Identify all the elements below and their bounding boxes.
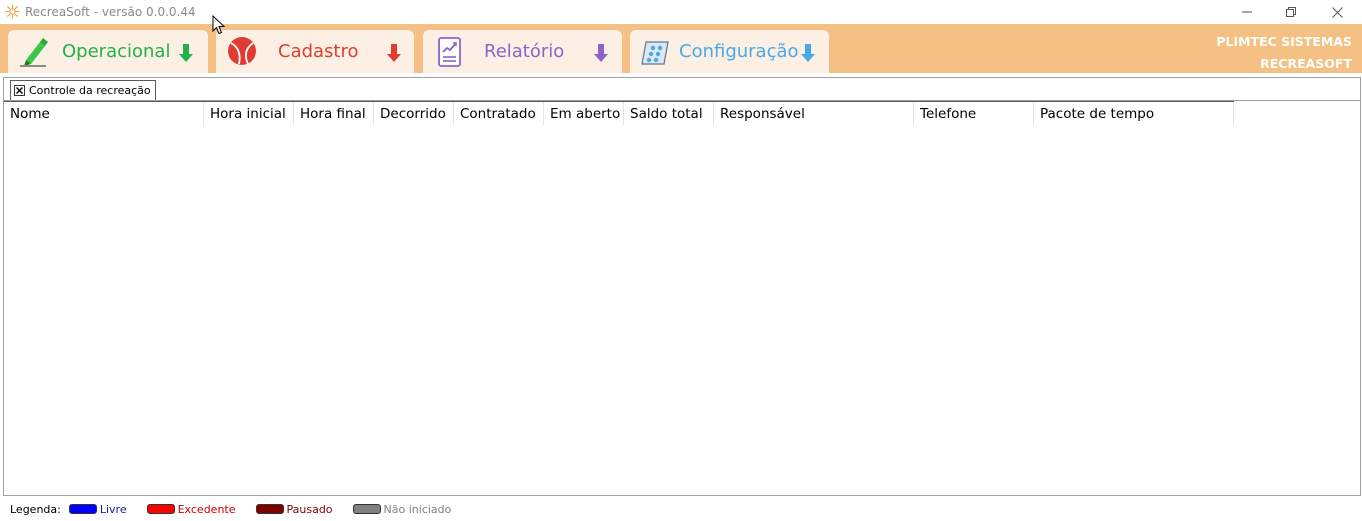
column-header-telefone[interactable]: Telefone <box>914 102 1034 125</box>
tab-label-cadastro: Cadastro <box>278 41 359 62</box>
tab-operacional[interactable]: Operacional <box>8 30 208 73</box>
legend-item-label: Livre <box>99 502 127 516</box>
document-tab-strip: Controle da recreação <box>3 77 1361 100</box>
grid-header: Nome Hora inicial Hora final Decorrido C… <box>4 101 1234 125</box>
column-header-em-aberto[interactable]: Em aberto <box>544 102 624 125</box>
settings-panel-icon <box>641 41 669 65</box>
report-chart-icon <box>438 37 461 67</box>
legend-item-label: Pausado <box>286 502 333 516</box>
title-bar: RecreaSoft - versão 0.0.0.44 <box>0 0 1362 24</box>
mouse-cursor-icon <box>212 15 225 35</box>
legend-swatch <box>68 504 97 514</box>
legend-item-pausado: Pausado <box>255 502 333 516</box>
column-header-nome[interactable]: Nome <box>4 102 204 125</box>
minimize-icon <box>1242 11 1252 13</box>
tab-configuracao[interactable]: Configuração <box>630 30 829 73</box>
close-tab-button[interactable] <box>14 85 25 96</box>
minimize-button[interactable] <box>1224 0 1270 24</box>
brand-line-1: PLIMTEC SISTEMAS <box>1216 34 1352 49</box>
highlighter-icon <box>20 38 48 67</box>
close-window-button[interactable] <box>1314 0 1360 24</box>
column-header-responsavel[interactable]: Responsável <box>714 102 914 125</box>
legend: Legenda: Livre Excedente Pausado Não ini… <box>10 502 471 516</box>
app-logo-icon <box>5 4 20 19</box>
doc-tab-label: Controle da recreação <box>29 84 151 97</box>
ball-icon <box>228 37 256 65</box>
close-icon <box>16 87 23 94</box>
close-icon <box>1331 6 1343 18</box>
arrow-down-icon <box>594 44 608 62</box>
legend-item-livre: Livre <box>68 502 127 516</box>
tab-label-operacional: Operacional <box>62 41 171 62</box>
column-header-contratado[interactable]: Contratado <box>454 102 544 125</box>
brand-text: PLIMTEC SISTEMAS RECREASOFT <box>1216 31 1352 75</box>
column-header-hora-inicial[interactable]: Hora inicial <box>204 102 294 125</box>
column-header-pacote-de-tempo[interactable]: Pacote de tempo <box>1034 102 1234 125</box>
column-header-decorrido[interactable]: Decorrido <box>374 102 454 125</box>
arrow-down-icon <box>179 44 193 62</box>
restore-button[interactable] <box>1268 0 1314 24</box>
legend-label: Legenda: <box>10 502 61 516</box>
column-header-hora-final[interactable]: Hora final <box>294 102 374 125</box>
window-title: RecreaSoft - versão 0.0.0.44 <box>25 5 196 19</box>
brand-line-2: RECREASOFT <box>1260 56 1352 71</box>
recreation-grid[interactable]: Nome Hora inicial Hora final Decorrido C… <box>3 100 1361 496</box>
ribbon-menu: Operacional Cadastro Relatório Configura… <box>0 24 1362 73</box>
legend-swatch <box>146 504 175 514</box>
legend-item-label: Excedente <box>177 502 236 516</box>
legend-item-excedente: Excedente <box>146 502 236 516</box>
legend-swatch <box>352 504 381 514</box>
tab-label-configuracao: Configuração <box>679 41 799 62</box>
doc-tab-controle-recreacao[interactable]: Controle da recreação <box>10 80 156 100</box>
legend-item-label: Não iniciado <box>383 502 452 516</box>
legend-item-nao-iniciado: Não iniciado <box>352 502 452 516</box>
tab-relatorio[interactable]: Relatório <box>423 30 622 73</box>
restore-icon <box>1286 7 1296 17</box>
arrow-down-icon <box>801 44 815 62</box>
column-header-saldo-total[interactable]: Saldo total <box>624 102 714 125</box>
arrow-down-icon <box>387 44 401 62</box>
tab-cadastro[interactable]: Cadastro <box>216 30 414 73</box>
legend-swatch <box>255 504 284 514</box>
tab-label-relatorio: Relatório <box>484 41 565 62</box>
